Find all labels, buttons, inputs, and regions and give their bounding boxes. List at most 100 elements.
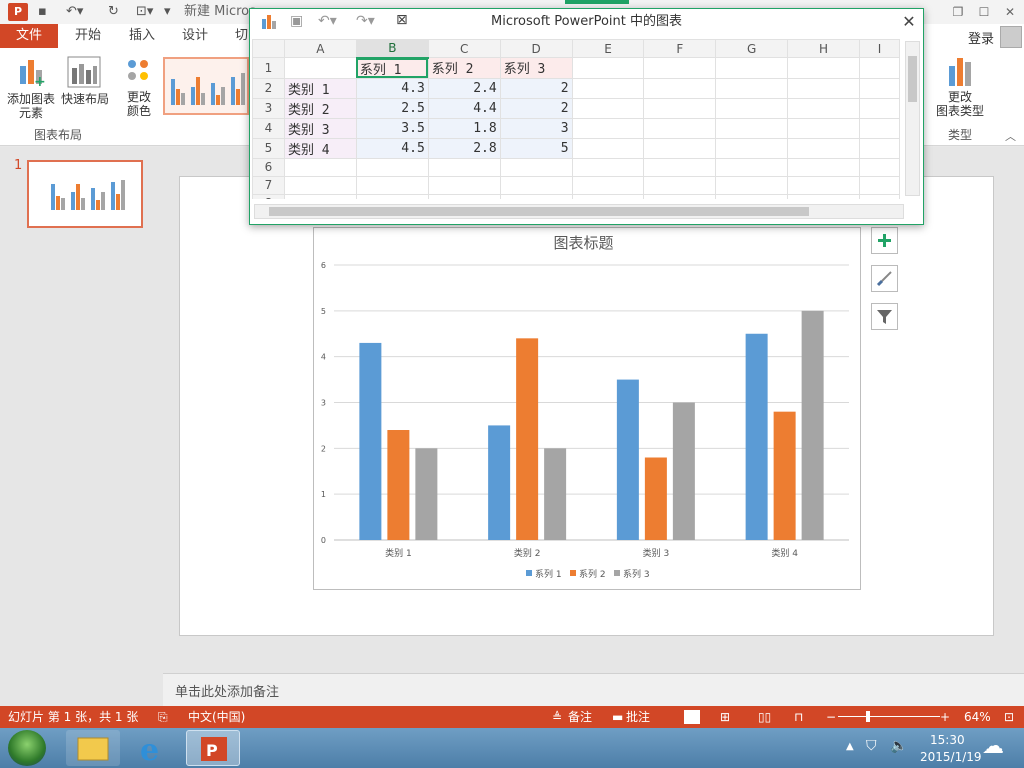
column-header[interactable]: E — [571, 39, 645, 58]
chart-object[interactable]: 图表标题 0 1 2 3 4 5 6 类别 1 类别 2 类别 3 类别 4 系列 1 系列 2 系列 3 — [313, 227, 861, 590]
cell[interactable] — [787, 117, 860, 139]
row-header[interactable]: 1 — [252, 57, 285, 79]
save-icon[interactable]: ▪ — [38, 3, 47, 21]
chart-elements-button[interactable] — [871, 227, 898, 254]
cell[interactable] — [858, 193, 900, 199]
cell[interactable] — [787, 77, 860, 99]
cell[interactable] — [499, 175, 573, 195]
zoom-in-icon[interactable]: + — [940, 709, 950, 725]
change-chart-type-button[interactable]: 更改 图表类型 — [932, 54, 988, 124]
cell[interactable] — [643, 97, 717, 119]
zoom-out-icon[interactable]: − — [826, 709, 836, 725]
column-header[interactable]: B — [355, 39, 429, 59]
cell[interactable]: 系列 1 — [355, 57, 429, 79]
security-shield-icon[interactable]: ⛉ — [866, 738, 877, 754]
spellcheck-icon[interactable]: ⎘ — [158, 709, 168, 725]
cell[interactable] — [858, 97, 900, 119]
cell[interactable]: 4.5 — [355, 137, 429, 159]
cell[interactable] — [787, 57, 860, 79]
cell[interactable]: 2.5 — [355, 97, 429, 119]
chart-style-gallery-item[interactable] — [163, 57, 249, 115]
cell[interactable]: 类别 4 — [283, 137, 357, 159]
cell[interactable] — [571, 175, 645, 195]
scrollbar-thumb[interactable] — [908, 56, 917, 102]
close-window-icon[interactable]: ✕ — [998, 2, 1022, 22]
cell[interactable] — [715, 137, 789, 159]
undo-icon[interactable]: ↶▾ — [66, 3, 83, 21]
cell[interactable] — [858, 137, 900, 159]
cell[interactable]: 2 — [499, 77, 573, 99]
tab-file[interactable]: 文件 — [0, 24, 58, 48]
zoom-level[interactable]: 64% — [964, 709, 991, 725]
cell[interactable] — [858, 157, 900, 177]
column-header[interactable]: A — [283, 39, 357, 58]
cell[interactable] — [787, 175, 860, 195]
chart-filters-button[interactable] — [871, 303, 898, 330]
slideshow-icon[interactable]: ⊓ — [794, 709, 803, 725]
cell[interactable]: 类别 2 — [283, 97, 357, 119]
cell[interactable] — [787, 97, 860, 119]
cell[interactable] — [643, 157, 717, 177]
row-header[interactable]: 7 — [252, 175, 285, 195]
cell[interactable]: 3.5 — [355, 117, 429, 139]
scrollbar-thumb[interactable] — [269, 207, 809, 216]
cell[interactable] — [643, 175, 717, 195]
ie-taskbar-button[interactable]: e — [126, 730, 180, 768]
reading-view-icon[interactable]: ▯▯ — [758, 709, 771, 725]
cell[interactable] — [787, 157, 860, 177]
cell[interactable] — [643, 117, 717, 139]
zoom-slider-thumb[interactable] — [866, 711, 870, 722]
clock-time[interactable]: 15:30 — [930, 733, 965, 747]
tab-insert[interactable]: 插入 — [129, 24, 155, 48]
change-colors-button[interactable]: 更改 颜色 — [118, 54, 160, 124]
row-header[interactable]: 4 — [252, 117, 285, 139]
row-header[interactable]: 2 — [252, 77, 285, 99]
spreadsheet-table[interactable]: A B C D E F G H I 1 系列 1 系列 2 系列 3 2 类别 … — [252, 39, 900, 199]
show-hidden-icons[interactable]: ▲ — [846, 741, 854, 752]
cell[interactable] — [499, 193, 573, 199]
customize-toolbar-icon[interactable]: ▾ — [164, 3, 171, 21]
cell[interactable]: 3 — [499, 117, 573, 139]
explorer-taskbar-button[interactable] — [66, 730, 120, 766]
column-header[interactable]: G — [715, 39, 789, 58]
cell[interactable] — [427, 157, 501, 177]
cell[interactable] — [283, 157, 357, 177]
corner-cell[interactable] — [252, 39, 285, 58]
weather-gadget-icon[interactable]: ☁ — [982, 734, 1004, 759]
cell[interactable] — [571, 117, 645, 139]
cell[interactable] — [427, 175, 501, 195]
cell[interactable] — [571, 157, 645, 177]
language-status[interactable]: 中文(中国) — [188, 709, 245, 725]
zoom-slider[interactable] — [838, 716, 940, 717]
spreadsheet-grid[interactable]: A B C D E F G H I 1 系列 1 系列 2 系列 3 2 类别 … — [252, 39, 900, 199]
row-header[interactable]: 6 — [252, 157, 285, 177]
start-button[interactable] — [8, 730, 46, 766]
redo-icon[interactable]: ↻ — [108, 3, 119, 21]
cell[interactable] — [571, 57, 645, 79]
tab-design[interactable]: 设计 — [182, 24, 208, 48]
column-header[interactable]: D — [499, 39, 573, 58]
cell[interactable] — [858, 57, 900, 79]
column-header[interactable]: C — [427, 39, 501, 58]
cell[interactable]: 5 — [499, 137, 573, 159]
comments-button[interactable]: 批注 — [626, 709, 650, 725]
cell[interactable]: 4.4 — [427, 97, 501, 119]
column-header[interactable]: H — [787, 39, 860, 58]
cell[interactable] — [715, 157, 789, 177]
cell[interactable] — [355, 157, 429, 177]
chart-styles-button[interactable] — [871, 265, 898, 292]
notes-pane[interactable] — [163, 673, 1024, 706]
cell[interactable] — [571, 193, 645, 199]
cell[interactable] — [571, 77, 645, 99]
row-header[interactable]: 3 — [252, 97, 285, 119]
cell[interactable]: 类别 3 — [283, 117, 357, 139]
cell[interactable] — [715, 57, 789, 79]
cell[interactable] — [283, 175, 357, 195]
column-header[interactable]: F — [643, 39, 717, 58]
cell[interactable] — [715, 193, 789, 199]
cell[interactable] — [715, 77, 789, 99]
notes-placeholder[interactable]: 单击此处添加备注 — [175, 681, 279, 700]
cell[interactable] — [643, 57, 717, 79]
slide-sorter-icon[interactable]: ⊞ — [720, 709, 730, 725]
cell[interactable]: 2.4 — [427, 77, 501, 99]
